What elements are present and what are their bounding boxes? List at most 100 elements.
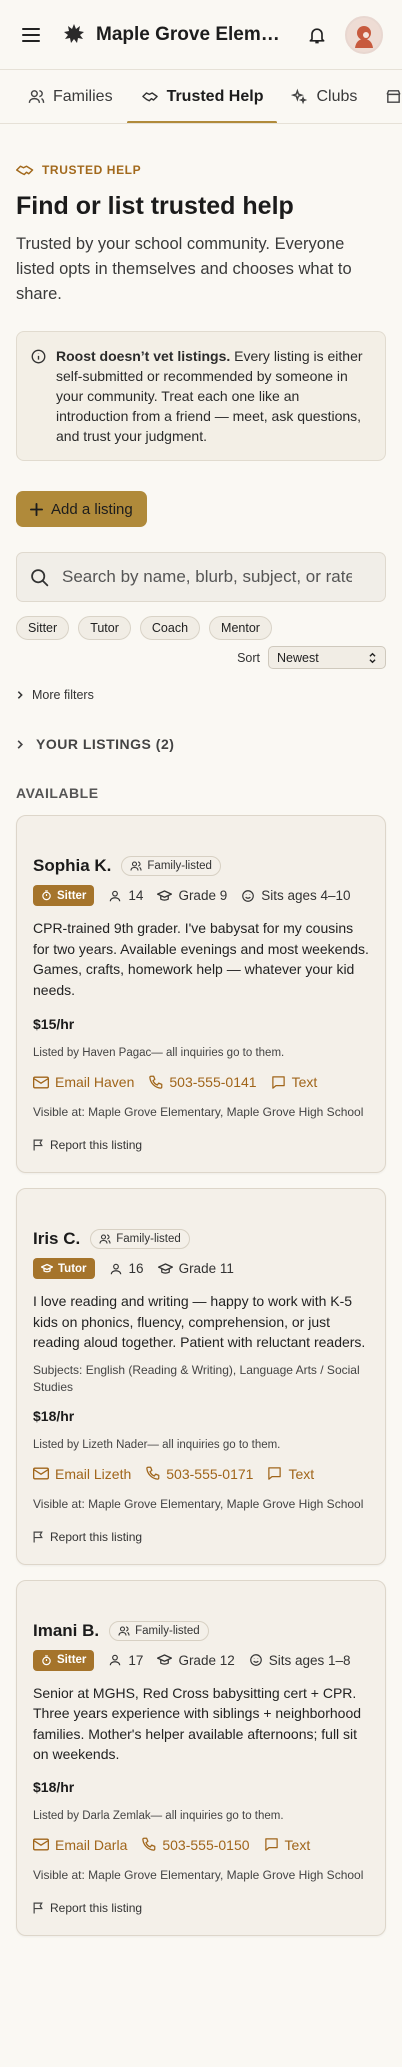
type-label: Sitter — [57, 889, 87, 902]
listed-by: Listed by Haven Pagac— all inquiries go … — [33, 1047, 285, 1059]
type-badge: Sitter — [33, 1649, 95, 1671]
users-icon — [130, 860, 142, 872]
listing-header: Imani B. Family-listed — [33, 1620, 369, 1641]
family-listed-badge: Family-listed — [121, 856, 221, 876]
tab-clubs[interactable]: Clubs — [277, 70, 371, 123]
grade: Grade 11 — [157, 1261, 234, 1276]
age-value: 16 — [128, 1261, 144, 1276]
flag-icon — [33, 1901, 44, 1914]
users-icon — [118, 1625, 130, 1637]
sort-label: Sort — [237, 650, 260, 665]
search-box[interactable] — [16, 552, 386, 602]
chat-icon — [267, 1466, 282, 1481]
page-subtitle: Trusted by your school community. Everyo… — [16, 235, 352, 303]
eyebrow: TRUSTED HELP — [16, 163, 386, 177]
email-link[interactable]: Email Lizeth — [33, 1466, 131, 1482]
search-input[interactable] — [62, 567, 352, 587]
email-link[interactable]: Email Haven — [33, 1074, 134, 1090]
more-filters-toggle[interactable]: More filters — [16, 688, 386, 702]
main-content: TRUSTED HELP Find or list trusted help T… — [0, 163, 402, 1936]
tab-label: Clubs — [316, 87, 358, 105]
top-app-bar: Maple Grove Elementary — [0, 0, 402, 70]
users-icon — [28, 88, 45, 105]
timer-icon — [41, 1654, 52, 1666]
age-value: 14 — [128, 888, 144, 903]
tab-sp[interactable]: Sp — [371, 70, 402, 123]
page-title: Find or list trusted help — [16, 192, 294, 220]
flag-icon — [33, 1530, 44, 1543]
age: 16 — [109, 1261, 144, 1276]
sits-ages-value: Sits ages 4–10 — [261, 888, 351, 903]
text-label: Text — [288, 1465, 315, 1482]
phone-link[interactable]: 503-555-0150 — [141, 1837, 250, 1853]
hamburger-icon[interactable] — [16, 20, 46, 50]
listing-card: Iris C. Family-listed Tutor 16 Grade 11 … — [16, 1188, 386, 1565]
type-label: Sitter — [57, 1654, 87, 1666]
badge-label: Family-listed — [135, 1624, 200, 1637]
add-listing-button[interactable]: Add a listing — [16, 491, 147, 527]
your-listings-toggle[interactable]: YOUR LISTINGS (2) — [16, 736, 386, 752]
visible-at: Visible at: Maple Grove Elementary, Mapl… — [33, 1867, 364, 1882]
listing-blurb: CPR-trained 9th grader. I've babysat for… — [33, 920, 369, 998]
tab-families[interactable]: Families — [14, 70, 127, 123]
text-link[interactable]: Text — [264, 1836, 311, 1853]
school-name[interactable]: Maple Grove Elementary — [96, 24, 281, 46]
sits-ages: Sits ages 4–10 — [241, 888, 351, 903]
filter-chips: Sitter Tutor Coach Mentor — [16, 616, 386, 640]
phone-link[interactable]: 503-555-0141 — [148, 1074, 257, 1090]
badge-label: Family-listed — [116, 1233, 181, 1245]
handshake-icon — [141, 88, 159, 105]
grade-value: Grade 9 — [178, 888, 228, 903]
flag-icon — [33, 1139, 44, 1151]
notice-bold: Roost doesn’t vet listings. — [56, 348, 231, 364]
report-link[interactable]: Report this listing — [33, 1138, 369, 1152]
contact-row: Email Lizeth 503-555-0171 Text — [33, 1466, 369, 1482]
listing-rate: $15/hr — [33, 1016, 75, 1032]
type-label: Tutor — [58, 1262, 87, 1275]
chevron-up-down-icon — [368, 652, 377, 664]
filter-chip-tutor[interactable]: Tutor — [78, 616, 131, 640]
report-link[interactable]: Report this listing — [33, 1530, 369, 1544]
listing-name: Iris C. — [33, 1229, 81, 1248]
listed-by: Listed by Lizeth Nader— all inquiries go… — [33, 1438, 281, 1451]
tab-trusted-help[interactable]: Trusted Help — [126, 70, 278, 123]
timer-icon — [41, 890, 52, 901]
phone-number: 503-555-0171 — [166, 1465, 254, 1482]
your-listings-label: YOUR LISTINGS (2) — [36, 736, 175, 752]
age: 14 — [108, 888, 143, 903]
graduation-cap-icon — [157, 1653, 173, 1667]
users-icon — [99, 1233, 111, 1245]
chat-icon — [271, 1075, 286, 1090]
age: 17 — [108, 1653, 143, 1668]
listing-blurb: Senior at MGHS, Red Cross babysitting ce… — [33, 1684, 362, 1763]
grade: Grade 9 — [157, 888, 227, 903]
storefront-icon — [385, 88, 402, 105]
contact-row: Email Darla 503-555-0150 Text — [33, 1837, 369, 1853]
person-icon — [109, 1262, 123, 1276]
sits-ages-value: Sits ages 1–8 — [268, 1652, 351, 1668]
chat-icon — [264, 1837, 279, 1852]
grade-value: Grade 12 — [178, 1652, 235, 1668]
listing-subjects: Subjects: English (Reading & Writing), L… — [33, 1362, 360, 1394]
email-link[interactable]: Email Darla — [33, 1837, 127, 1853]
text-label: Text — [284, 1836, 311, 1853]
filter-chip-sitter[interactable]: Sitter — [16, 616, 70, 640]
sparkles-icon — [291, 88, 308, 105]
mail-icon — [33, 1076, 49, 1089]
avatar[interactable] — [345, 16, 383, 54]
graduation-cap-icon — [157, 1262, 173, 1276]
listing-meta: Tutor 16 Grade 11 — [33, 1258, 369, 1279]
text-link[interactable]: Text — [267, 1466, 314, 1482]
report-label: Report this listing — [50, 1529, 143, 1544]
smile-icon — [241, 889, 255, 903]
text-link[interactable]: Text — [271, 1074, 317, 1090]
filter-chip-coach[interactable]: Coach — [139, 616, 201, 640]
listing-name: Sophia K. — [33, 856, 112, 875]
filter-chip-mentor[interactable]: Mentor — [209, 616, 272, 640]
phone-link[interactable]: 503-555-0171 — [145, 1466, 253, 1482]
report-link[interactable]: Report this listing — [33, 1901, 369, 1915]
sort-select[interactable]: Newest — [268, 646, 386, 669]
listing-card: Sophia K. Family-listed Sitter 14 Grade … — [16, 815, 386, 1173]
phone-icon — [145, 1466, 160, 1481]
bell-icon[interactable] — [302, 20, 332, 50]
